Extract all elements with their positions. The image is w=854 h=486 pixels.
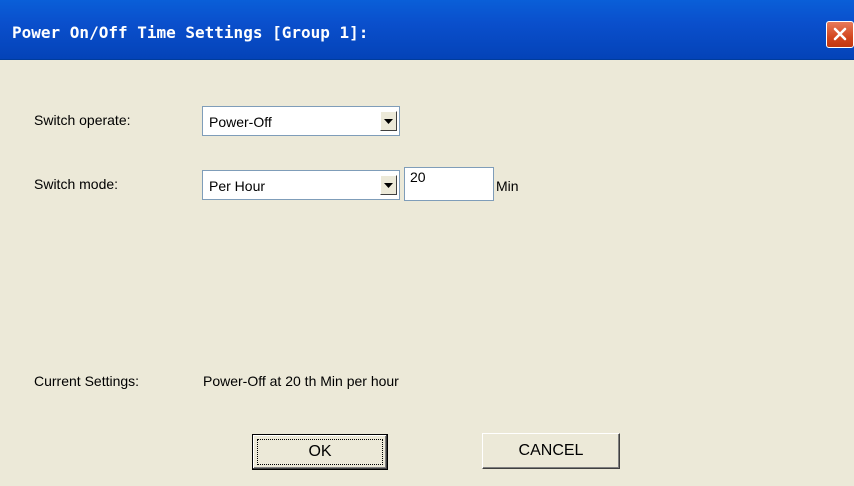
focus-rectangle	[257, 439, 383, 465]
minute-input-box[interactable]	[404, 167, 494, 201]
close-icon	[833, 27, 847, 41]
switch-mode-label: Switch mode:	[34, 176, 119, 192]
switch-operate-value: Power-Off	[209, 114, 272, 130]
switch-operate-label: Switch operate:	[34, 112, 131, 128]
window-title: Power On/Off Time Settings [Group 1]:	[12, 23, 369, 42]
cancel-button-label: CANCEL	[518, 442, 584, 459]
switch-operate-select[interactable]: Power-Off	[202, 106, 400, 136]
title-bar[interactable]: Power On/Off Time Settings [Group 1]:	[0, 0, 854, 60]
ok-button[interactable]: OK	[252, 434, 388, 470]
switch-mode-select[interactable]: Per Hour	[202, 170, 400, 200]
current-settings-value: Power-Off at 20 th Min per hour	[203, 373, 399, 389]
current-settings-label: Current Settings:	[34, 373, 140, 389]
switch-mode-dropdown-button[interactable]	[380, 175, 397, 195]
switch-mode-value: Per Hour	[209, 178, 266, 194]
chevron-down-icon	[384, 119, 393, 124]
minute-input[interactable]	[405, 168, 493, 200]
cancel-button[interactable]: CANCEL	[482, 433, 620, 469]
minute-unit-label: Min	[496, 178, 519, 194]
close-button[interactable]	[826, 21, 854, 48]
dialog-window: Power On/Off Time Settings [Group 1]: Sw…	[0, 0, 854, 486]
switch-operate-dropdown-button[interactable]	[380, 111, 397, 131]
chevron-down-icon	[384, 183, 393, 188]
